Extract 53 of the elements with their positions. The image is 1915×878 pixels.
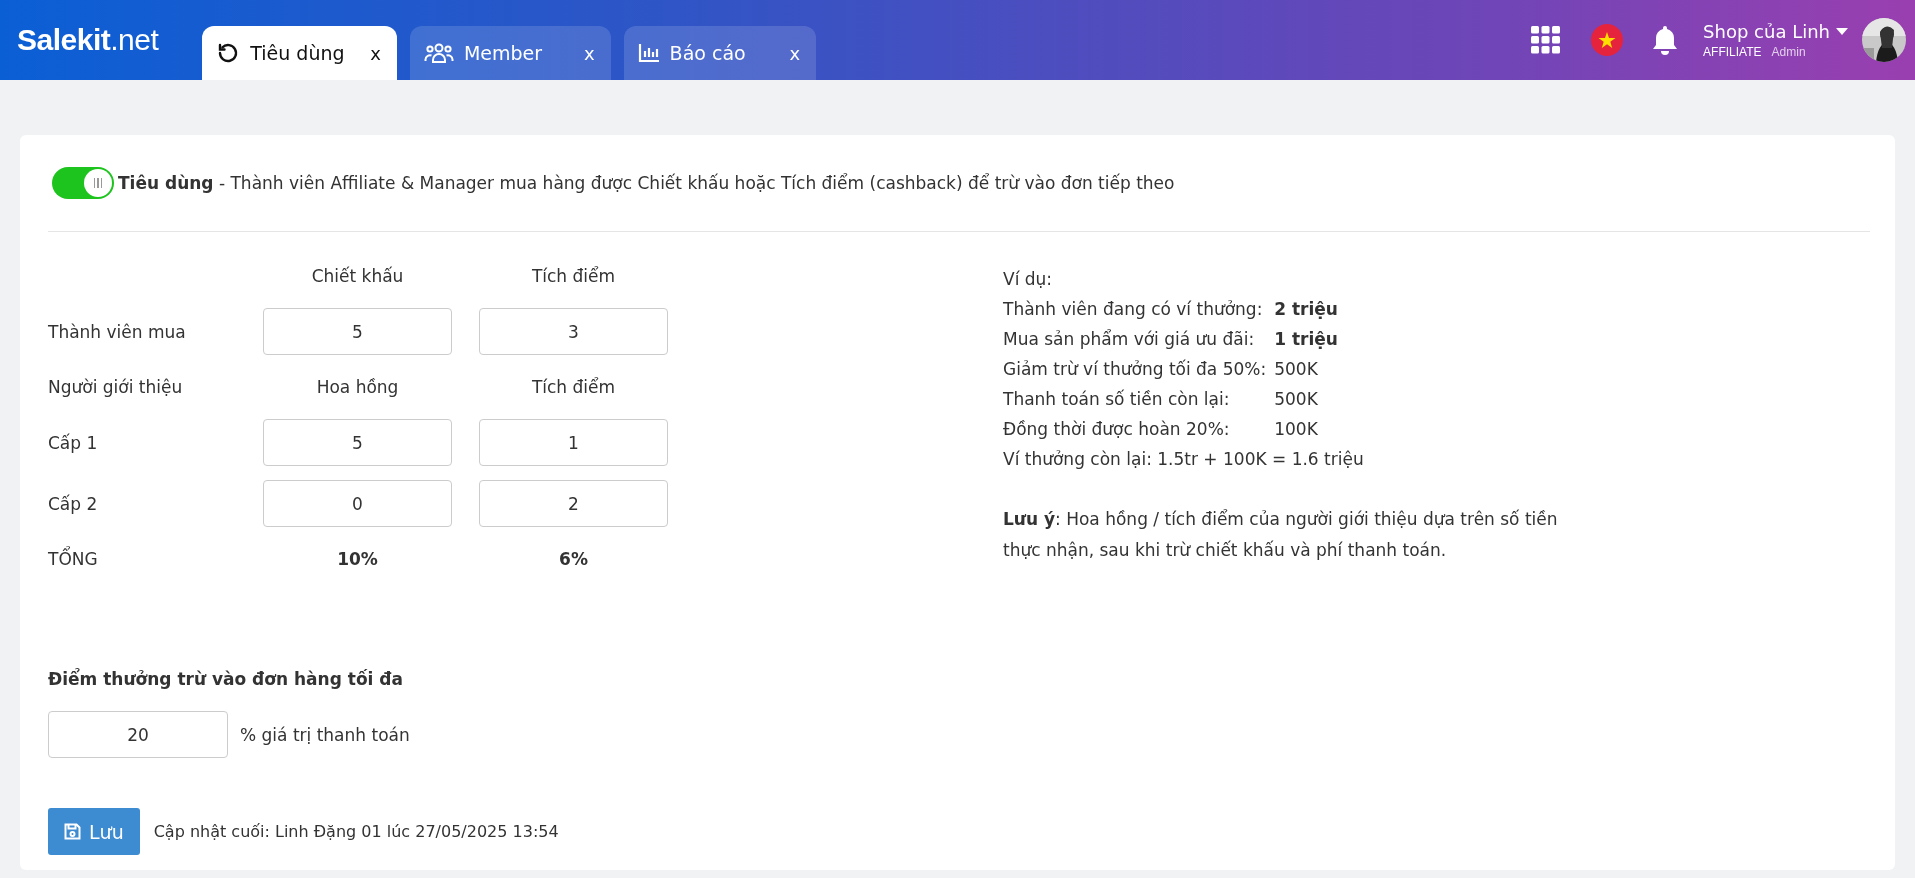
shop-name[interactable]: Shop của Linh [1703,21,1830,42]
save-button[interactable]: Lưu [48,808,140,855]
save-icon [64,823,81,840]
number-field[interactable]: 2 [479,480,668,527]
row-label: Người giới thiệu [48,377,184,397]
close-button[interactable]: x [583,42,595,64]
row-label: Thành viên mua [48,321,187,342]
toggle-switch[interactable] [52,167,114,199]
example-summary: Ví thưởng còn lại: 1.5tr + 100K = 1.6 triệu [1003,449,1364,469]
role-label: AFFILIATE [1703,45,1762,59]
tab[interactable]: Member x [409,26,611,80]
example-label: Thành viên đang có ví thưởng: [1003,298,1264,321]
example-value: 100K [1274,418,1319,441]
number-field[interactable]: 1 [479,419,668,466]
tab[interactable]: Tiêu dùng x [202,26,397,80]
apps-grid-icon[interactable] [1531,26,1562,54]
account-type-label: Admin [1771,45,1806,59]
example-label: Đồng thời được hoàn 20%: [1003,418,1231,441]
last-updated-text: Cập nhật cuối: Linh Đặng 01 lúc 27/05/2025 13:54 [153,822,559,841]
close-button[interactable]: x [789,42,801,64]
number-field[interactable]: 5 [263,308,452,355]
number-field[interactable]: 0 [263,480,452,527]
caret-icon[interactable] [1836,28,1848,35]
section-label: Điểm thưởng trừ vào đơn hàng tối đa [48,669,404,689]
example-value: 1 triệu [1274,328,1338,351]
users-icon [423,42,454,64]
example-value: 500K [1274,358,1319,381]
logo[interactable]: Salekit.net [17,23,159,57]
column-header: Tích điểm [530,377,617,397]
number-field[interactable]: 5 [263,419,452,466]
example-value: 500K [1274,388,1319,411]
column-header: Tích điểm [530,266,617,286]
flag-icon[interactable] [1591,24,1624,56]
row-label: Cấp 1 [48,432,99,453]
bar-chart-icon [637,43,660,63]
example-value: 2 triệu [1274,298,1338,321]
example-label: Mua sản phẩm với giá ưu đãi: [1003,328,1256,351]
close-button[interactable]: x [370,42,381,64]
total-value: 6% [558,549,589,569]
description-text: Tiêu dùng - Thành viên Affiliate & Manager mua hàng được Chiết khấu hoặc Tích điểm (cashback) để trừ vào đơn tiếp theo [118,173,1175,193]
total-value: 10% [336,549,379,569]
bell-icon[interactable] [1651,24,1680,56]
example-label: Giảm trừ ví thưởng tối đa 50%: [1003,358,1267,381]
column-header: Chiết khấu [310,266,405,286]
example-label: Thanh toán số tiền còn lại: [1003,388,1231,411]
column-header: Hoa hồng [315,377,400,397]
row-label: Cấp 2 [48,493,99,514]
number-field[interactable]: 3 [479,308,668,355]
unit-label: % giá trị thanh toán [240,724,410,745]
example-title: Ví dụ: [1003,269,1053,289]
tab[interactable]: Báo cáo x [623,26,817,80]
number-field[interactable]: 20 [48,711,228,758]
note-text: Lưu ý: Hoa hồng / tích điểm của người giới thiệu dựa trên số tiền thực nhận, sau khi trừ chiết khấu và phí thanh toán. [1003,508,1559,562]
